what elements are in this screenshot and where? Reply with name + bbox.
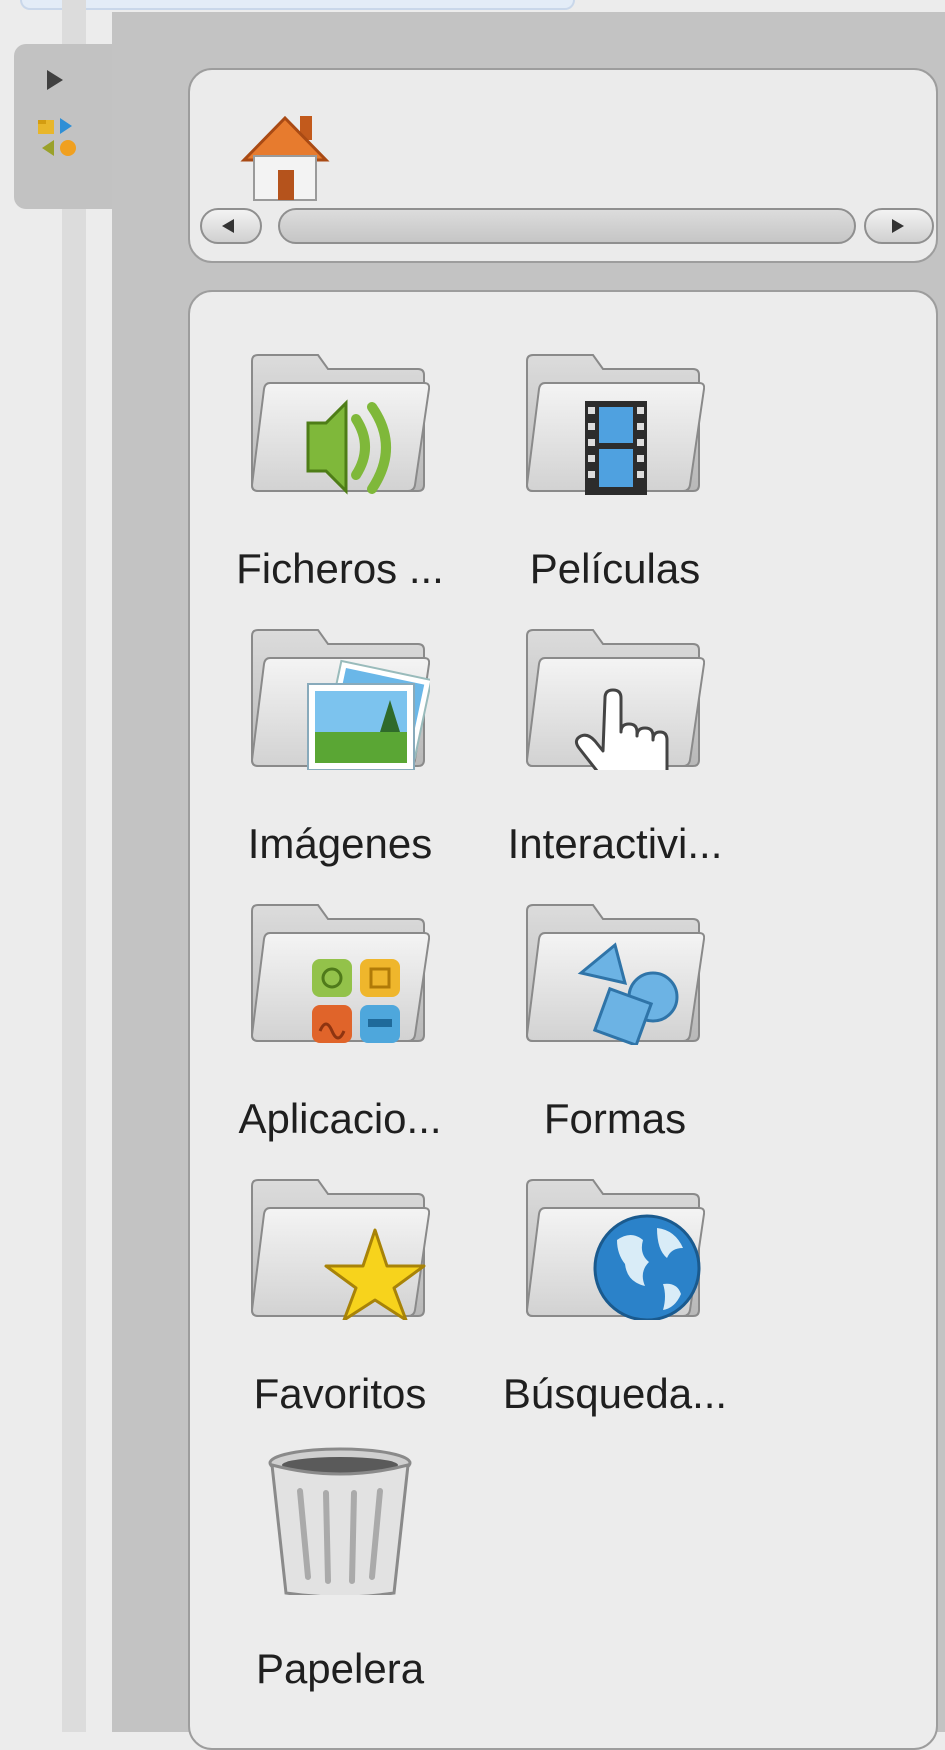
item-label: Favoritos [253,1370,427,1417]
folder-shapes-icon [525,895,705,1045]
gallery-item-interactivity[interactable]: Interactivi... [485,620,745,890]
scroll-right-button[interactable] [864,208,934,244]
folder-audio-icon [250,345,430,495]
folder-film-icon [525,345,705,495]
gallery-item-favorites[interactable]: Favoritos [210,1170,470,1440]
folder-globe-icon [525,1170,705,1320]
folder-images-icon [250,620,430,770]
horizontal-scrollbar[interactable] [278,208,856,244]
left-strip [62,0,86,1732]
scroll-left-button[interactable] [200,208,262,244]
item-label: Imágenes [247,820,433,867]
item-label: Películas [529,545,701,592]
gallery-item-audio[interactable]: Ficheros ... [210,345,470,615]
gallery-item-shapes[interactable]: Formas [485,895,745,1165]
home-icon[interactable] [240,110,330,202]
trash-icon [268,1447,412,1595]
item-label: Interactivi... [507,820,723,867]
folder-star-icon [250,1170,430,1320]
folder-hand-icon [525,620,705,770]
item-label: Búsqueda... [502,1370,728,1417]
gallery-item-images[interactable]: Imágenes [210,620,470,890]
folder-apps-icon [250,895,430,1043]
gallery-item-applications[interactable]: Aplicacio... [210,895,470,1165]
item-label: Papelera [255,1645,425,1692]
item-label: Ficheros ... [236,545,444,592]
top-bar [20,0,575,10]
gallery-item-movies[interactable]: Películas [485,345,745,615]
gallery-item-search[interactable]: Búsqueda... [485,1170,745,1440]
item-label: Aplicacio... [238,1095,442,1142]
expand-arrow-icon[interactable] [47,70,63,90]
gallery-item-trash[interactable]: Papelera [210,1445,470,1715]
gallery-tab-icon[interactable] [38,118,98,178]
item-label: Formas [543,1095,687,1142]
